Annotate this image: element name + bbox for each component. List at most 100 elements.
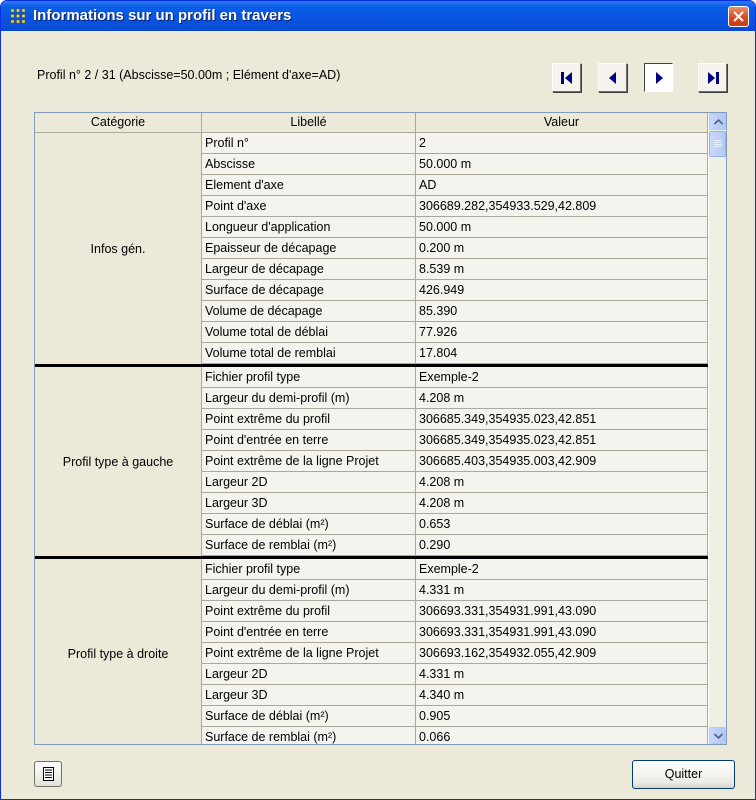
libelle-cell: Surface de déblai (m²) (202, 514, 416, 535)
valeur-cell: Exemple-2 (416, 559, 708, 580)
libelle-cell: Fichier profil type (202, 559, 416, 580)
libelle-cell: Point extrême du profil (202, 601, 416, 622)
libelle-cell: Volume total de remblai (202, 343, 416, 364)
valeur-cell: 306693.162,354932.055,42.909 (416, 643, 708, 664)
valeur-cell: 306685.403,354935.003,42.909 (416, 451, 708, 472)
table-row[interactable]: Point extrême de la ligne Projet 306685.4… (202, 451, 708, 472)
libelle-cell: Epaisseur de décapage (202, 238, 416, 259)
valeur-cell: 17.804 (416, 343, 708, 364)
valeur-cell: 4.208 m (416, 472, 708, 493)
table-row[interactable]: Largeur 3D 4.208 m (202, 493, 708, 514)
valeur-cell: 4.331 m (416, 664, 708, 685)
libelle-cell: Largeur de décapage (202, 259, 416, 280)
valeur-cell: 4.208 m (416, 493, 708, 514)
table-row[interactable]: Largeur du demi-profil (m) 4.208 m (202, 388, 708, 409)
libelle-cell: Point d'entrée en terre (202, 430, 416, 451)
valeur-cell: 4.208 m (416, 388, 708, 409)
libelle-cell: Largeur du demi-profil (m) (202, 388, 416, 409)
libelle-cell: Point extrême de la ligne Projet (202, 643, 416, 664)
libelle-cell: Volume total de déblai (202, 322, 416, 343)
libelle-cell: Volume de décapage (202, 301, 416, 322)
table-row[interactable]: Volume de décapage 85.390 (202, 301, 708, 322)
table-row[interactable]: Fichier profil type Exemple-2 (202, 559, 708, 580)
table-row[interactable]: Largeur 2D 4.331 m (202, 664, 708, 685)
table-row[interactable]: Profil n° 2 (202, 133, 708, 154)
table-row[interactable]: Surface de déblai (m²) 0.653 (202, 514, 708, 535)
libelle-cell: Largeur 3D (202, 493, 416, 514)
valeur-cell: 306693.331,354931.991,43.090 (416, 601, 708, 622)
table-row[interactable]: Abscisse 50.000 m (202, 154, 708, 175)
previous-profile-button[interactable] (598, 63, 627, 92)
valeur-cell: 50.000 m (416, 217, 708, 238)
table-row[interactable]: Epaisseur de décapage 0.200 m (202, 238, 708, 259)
valeur-cell: 306693.331,354931.991,43.090 (416, 622, 708, 643)
profile-data-grid[interactable]: Catégorie Libellé Valeur Profil n° 2 Absci… (34, 112, 727, 745)
profile-info-label: Profil n° 2 / 31 (Abscisse=50.00m ; Elém… (37, 68, 341, 82)
valeur-cell: 426.949 (416, 280, 708, 301)
title-bar[interactable]: Informations sur un profil en travers (1, 1, 755, 31)
table-row[interactable]: Point extrême du profil 306693.331,354931… (202, 601, 708, 622)
libelle-cell: Element d'axe (202, 175, 416, 196)
next-profile-button[interactable] (644, 63, 673, 92)
valeur-cell: 4.340 m (416, 685, 708, 706)
libelle-cell: Surface de remblai (m²) (202, 727, 416, 744)
valeur-cell: Exemple-2 (416, 367, 708, 388)
scroll-thumb[interactable] (709, 131, 726, 157)
category-cell: Profil type à droite (35, 559, 202, 744)
quit-button[interactable]: Quitter (632, 760, 735, 789)
category-cell: Profil type à gauche (35, 367, 202, 556)
table-row[interactable]: Surface de déblai (m²) 0.905 (202, 706, 708, 727)
table-row[interactable]: Point extrême du profil 306685.349,354935… (202, 409, 708, 430)
scroll-up-button[interactable] (709, 113, 726, 130)
valeur-cell: 306685.349,354935.023,42.851 (416, 430, 708, 451)
libelle-cell: Profil n° (202, 133, 416, 154)
header-categorie[interactable]: Catégorie (35, 113, 202, 133)
libelle-cell: Largeur 2D (202, 472, 416, 493)
table-row[interactable]: Surface de remblai (m²) 0.066 (202, 727, 708, 744)
libelle-cell: Surface de remblai (m²) (202, 535, 416, 556)
valeur-cell: 0.905 (416, 706, 708, 727)
valeur-cell: 50.000 m (416, 154, 708, 175)
category-cell: Infos gén. (35, 133, 202, 364)
valeur-cell: 0.066 (416, 727, 708, 744)
table-row[interactable]: Surface de décapage 426.949 (202, 280, 708, 301)
libelle-cell: Longueur d'application (202, 217, 416, 238)
valeur-cell: 2 (416, 133, 708, 154)
libelle-cell: Surface de déblai (m²) (202, 706, 416, 727)
libelle-cell: Point d'entrée en terre (202, 622, 416, 643)
scroll-down-button[interactable] (709, 727, 726, 744)
libelle-cell: Point d'axe (202, 196, 416, 217)
libelle-cell: Point extrême du profil (202, 409, 416, 430)
valeur-cell: 306689.282,354933.529,42.809 (416, 196, 708, 217)
table-row[interactable]: Largeur du demi-profil (m) 4.331 m (202, 580, 708, 601)
header-valeur[interactable]: Valeur (416, 113, 708, 133)
valeur-cell: 4.331 m (416, 580, 708, 601)
valeur-cell: 306685.349,354935.023,42.851 (416, 409, 708, 430)
table-row[interactable]: Element d'axe AD (202, 175, 708, 196)
window-title: Informations sur un profil en travers (33, 7, 292, 24)
libelle-cell: Point extrême de la ligne Projet (202, 451, 416, 472)
table-row[interactable]: Point d'entrée en terre 306685.349,354935… (202, 430, 708, 451)
valeur-cell: 8.539 m (416, 259, 708, 280)
table-row[interactable]: Largeur 2D 4.208 m (202, 472, 708, 493)
table-row[interactable]: Fichier profil type Exemple-2 (202, 367, 708, 388)
close-button[interactable] (728, 6, 749, 27)
table-row[interactable]: Surface de remblai (m²) 0.290 (202, 535, 708, 556)
table-row[interactable]: Longueur d'application 50.000 m (202, 217, 708, 238)
libelle-cell: Largeur du demi-profil (m) (202, 580, 416, 601)
header-libelle[interactable]: Libellé (202, 113, 416, 133)
report-button[interactable] (34, 761, 62, 787)
valeur-cell: 0.200 m (416, 238, 708, 259)
table-row[interactable]: Volume total de déblai 77.926 (202, 322, 708, 343)
valeur-cell: 77.926 (416, 322, 708, 343)
vertical-scrollbar[interactable] (709, 113, 726, 744)
table-row[interactable]: Point d'entrée en terre 306693.331,354931… (202, 622, 708, 643)
table-row[interactable]: Point extrême de la ligne Projet 306693.1… (202, 643, 708, 664)
table-row[interactable]: Largeur 3D 4.340 m (202, 685, 708, 706)
last-profile-button[interactable] (698, 63, 727, 92)
first-profile-button[interactable] (552, 63, 581, 92)
table-row[interactable]: Largeur de décapage 8.539 m (202, 259, 708, 280)
table-row[interactable]: Volume total de remblai 17.804 (202, 343, 708, 364)
table-row[interactable]: Point d'axe 306689.282,354933.529,42.809 (202, 196, 708, 217)
grid-app-icon (10, 8, 26, 24)
